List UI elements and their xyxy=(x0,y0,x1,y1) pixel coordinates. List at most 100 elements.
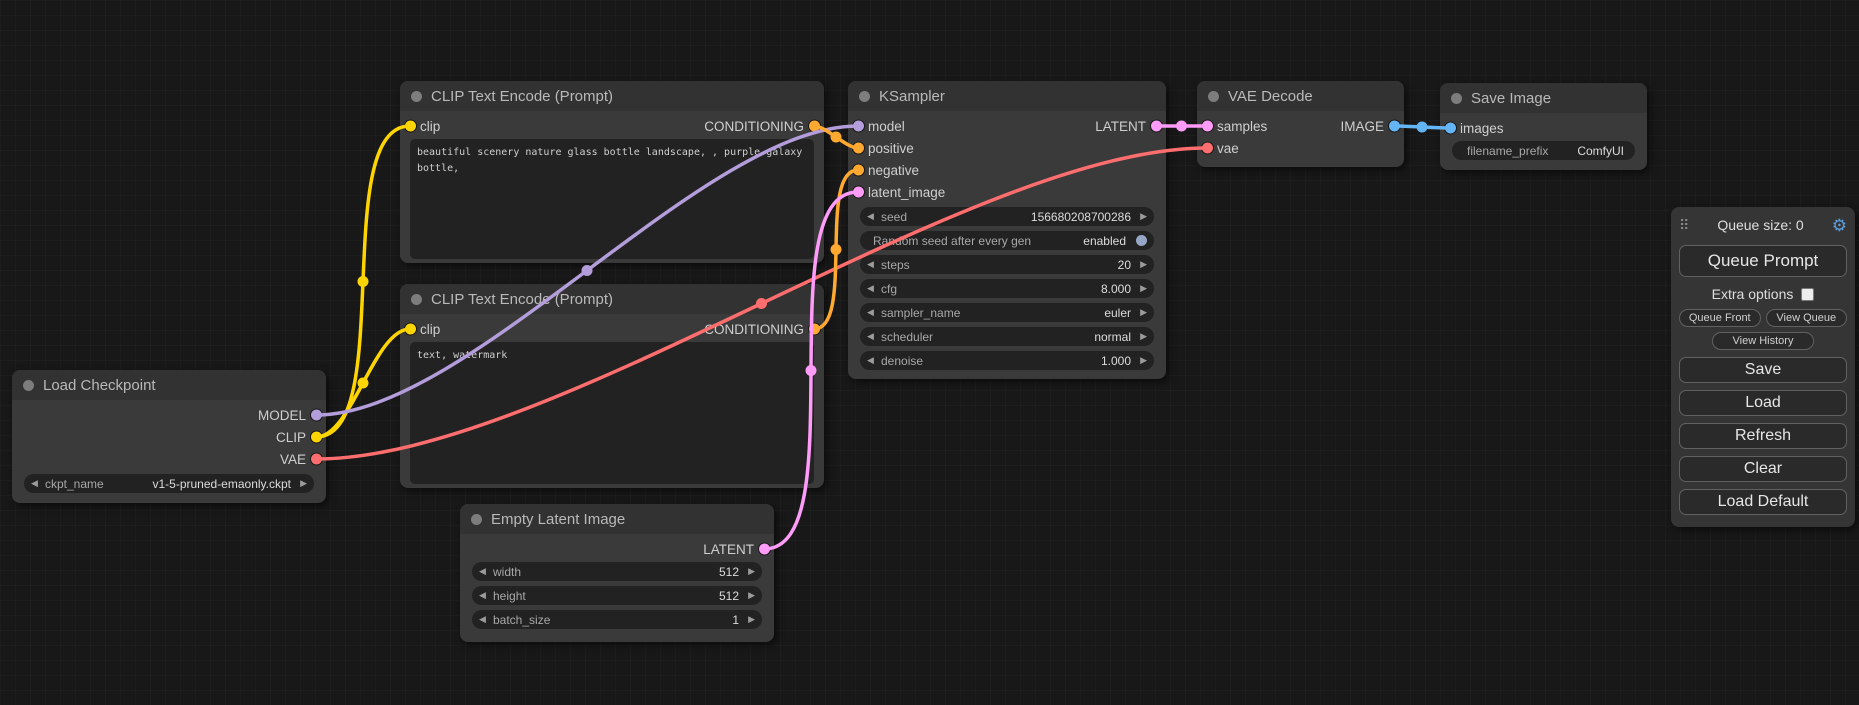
conditioning-output-port[interactable] xyxy=(809,121,820,132)
decrement-arrow-icon[interactable]: ◀ xyxy=(867,327,879,346)
refresh-button[interactable]: Refresh xyxy=(1679,423,1847,449)
decrement-arrow-icon[interactable]: ◀ xyxy=(867,207,879,226)
increment-arrow-icon[interactable]: ▶ xyxy=(1135,351,1147,370)
positive-prompt-textarea[interactable]: beautiful scenery nature glass bottle la… xyxy=(410,139,814,259)
conditioning-output-port[interactable] xyxy=(809,324,820,335)
decrement-arrow-icon[interactable]: ◀ xyxy=(867,279,879,298)
latent-output-port[interactable] xyxy=(1151,121,1162,132)
latent-output-label: LATENT xyxy=(703,542,754,557)
node-title-bar[interactable]: Save Image xyxy=(1440,83,1647,113)
clip-output-port[interactable] xyxy=(311,432,322,443)
load-default-button[interactable]: Load Default xyxy=(1679,489,1847,515)
negative-input-port[interactable] xyxy=(853,165,864,176)
node-collapse-dot-icon[interactable] xyxy=(1451,93,1462,104)
slot-row: vae xyxy=(1197,137,1404,159)
vae-input-label: vae xyxy=(1217,141,1239,156)
load-button[interactable]: Load xyxy=(1679,390,1847,416)
increment-arrow-icon[interactable]: ▶ xyxy=(743,586,755,605)
decrement-arrow-icon[interactable]: ◀ xyxy=(479,586,491,605)
latent-output-port[interactable] xyxy=(759,544,770,555)
decrement-arrow-icon[interactable]: ◀ xyxy=(479,562,491,581)
cfg-widget[interactable]: ◀ cfg 8.000 ▶ xyxy=(860,279,1154,298)
node-load-checkpoint[interactable]: Load Checkpoint MODEL CLIP VAE ◀ ckpt_na… xyxy=(12,370,326,503)
clear-button[interactable]: Clear xyxy=(1679,456,1847,482)
increment-arrow-icon[interactable]: ▶ xyxy=(1135,327,1147,346)
extra-options-checkbox[interactable] xyxy=(1801,288,1814,301)
toggle-knob-icon[interactable] xyxy=(1136,235,1147,246)
clip-input-port[interactable] xyxy=(405,121,416,132)
increment-arrow-icon[interactable]: ▶ xyxy=(1135,207,1147,226)
queue-front-button[interactable]: Queue Front xyxy=(1679,309,1761,327)
widget-value: 8.000 xyxy=(901,282,1131,296)
node-title-bar[interactable]: Load Checkpoint xyxy=(12,370,326,400)
decrement-arrow-icon[interactable]: ◀ xyxy=(867,303,879,322)
latent-image-input-port[interactable] xyxy=(853,187,864,198)
view-queue-button[interactable]: View Queue xyxy=(1766,309,1848,327)
positive-input-port[interactable] xyxy=(853,143,864,154)
scheduler-widget[interactable]: ◀ scheduler normal ▶ xyxy=(860,327,1154,346)
batch-size-widget[interactable]: ◀ batch_size 1 ▶ xyxy=(472,610,762,629)
conditioning-output-label: CONDITIONING xyxy=(704,322,804,337)
wire-clip-to-negative-encode xyxy=(316,329,410,437)
model-input-port[interactable] xyxy=(853,121,864,132)
increment-arrow-icon[interactable]: ▶ xyxy=(1135,255,1147,274)
node-title-bar[interactable]: CLIP Text Encode (Prompt) xyxy=(400,81,824,111)
node-collapse-dot-icon[interactable] xyxy=(23,380,34,391)
width-widget[interactable]: ◀ width 512 ▶ xyxy=(472,562,762,581)
model-output-port[interactable] xyxy=(311,410,322,421)
node-title-bar[interactable]: KSampler xyxy=(848,81,1166,111)
steps-widget[interactable]: ◀ steps 20 ▶ xyxy=(860,255,1154,274)
decrement-arrow-icon[interactable]: ◀ xyxy=(867,351,879,370)
decrement-arrow-icon[interactable]: ◀ xyxy=(31,474,43,493)
random-seed-toggle-widget[interactable]: Random seed after every gen enabled xyxy=(860,231,1154,250)
samples-input-port[interactable] xyxy=(1202,121,1213,132)
height-widget[interactable]: ◀ height 512 ▶ xyxy=(472,586,762,605)
settings-gear-icon[interactable]: ⚙ xyxy=(1832,217,1847,234)
node-collapse-dot-icon[interactable] xyxy=(471,514,482,525)
node-save-image[interactable]: Save Image images filename_prefix ComfyU… xyxy=(1440,83,1647,170)
latent-output-label: LATENT xyxy=(1095,119,1146,134)
image-output-port[interactable] xyxy=(1389,121,1400,132)
node-ksampler[interactable]: KSampler model LATENT positive negative … xyxy=(848,81,1166,379)
node-collapse-dot-icon[interactable] xyxy=(411,91,422,102)
node-title: KSampler xyxy=(879,88,945,105)
link-midpoint-dot xyxy=(358,378,369,389)
node-vae-decode[interactable]: VAE Decode samples IMAGE vae xyxy=(1197,81,1404,167)
decrement-arrow-icon[interactable]: ◀ xyxy=(479,610,491,629)
ckpt-name-widget[interactable]: ◀ ckpt_name v1-5-pruned-emaonly.ckpt ▶ xyxy=(24,474,314,493)
node-clip-text-encode-negative[interactable]: CLIP Text Encode (Prompt) clip CONDITION… xyxy=(400,284,824,488)
save-button[interactable]: Save xyxy=(1679,357,1847,383)
slot-row: CLIP xyxy=(12,426,326,448)
increment-arrow-icon[interactable]: ▶ xyxy=(1135,279,1147,298)
images-input-port[interactable] xyxy=(1445,123,1456,134)
node-empty-latent-image[interactable]: Empty Latent Image LATENT ◀ width 512 ▶ … xyxy=(460,504,774,642)
negative-prompt-textarea[interactable]: text, watermark xyxy=(410,342,814,484)
increment-arrow-icon[interactable]: ▶ xyxy=(295,474,307,493)
node-clip-text-encode-positive[interactable]: CLIP Text Encode (Prompt) clip CONDITION… xyxy=(400,81,824,263)
widget-label: height xyxy=(493,589,526,603)
node-collapse-dot-icon[interactable] xyxy=(411,294,422,305)
filename-prefix-widget[interactable]: filename_prefix ComfyUI xyxy=(1452,141,1635,160)
increment-arrow-icon[interactable]: ▶ xyxy=(1135,303,1147,322)
increment-arrow-icon[interactable]: ▶ xyxy=(743,610,755,629)
slot-row: positive xyxy=(848,137,1166,159)
increment-arrow-icon[interactable]: ▶ xyxy=(743,562,755,581)
slot-row: LATENT xyxy=(460,538,774,560)
clip-input-port[interactable] xyxy=(405,324,416,335)
decrement-arrow-icon[interactable]: ◀ xyxy=(867,255,879,274)
drag-handle-icon[interactable]: ⠿ xyxy=(1679,217,1689,234)
node-graph-canvas[interactable]: Load Checkpoint MODEL CLIP VAE ◀ ckpt_na… xyxy=(0,0,1859,705)
main-menu-panel: ⠿ Queue size: 0 ⚙ Queue Prompt Extra opt… xyxy=(1671,207,1855,527)
node-title-bar[interactable]: CLIP Text Encode (Prompt) xyxy=(400,284,824,314)
view-history-button[interactable]: View History xyxy=(1712,332,1815,350)
sampler-name-widget[interactable]: ◀ sampler_name euler ▶ xyxy=(860,303,1154,322)
seed-widget[interactable]: ◀ seed 156680208700286 ▶ xyxy=(860,207,1154,226)
node-collapse-dot-icon[interactable] xyxy=(859,91,870,102)
denoise-widget[interactable]: ◀ denoise 1.000 ▶ xyxy=(860,351,1154,370)
vae-output-port[interactable] xyxy=(311,454,322,465)
node-title-bar[interactable]: VAE Decode xyxy=(1197,81,1404,111)
queue-prompt-button[interactable]: Queue Prompt xyxy=(1679,245,1847,277)
node-title-bar[interactable]: Empty Latent Image xyxy=(460,504,774,534)
vae-input-port[interactable] xyxy=(1202,143,1213,154)
node-collapse-dot-icon[interactable] xyxy=(1208,91,1219,102)
